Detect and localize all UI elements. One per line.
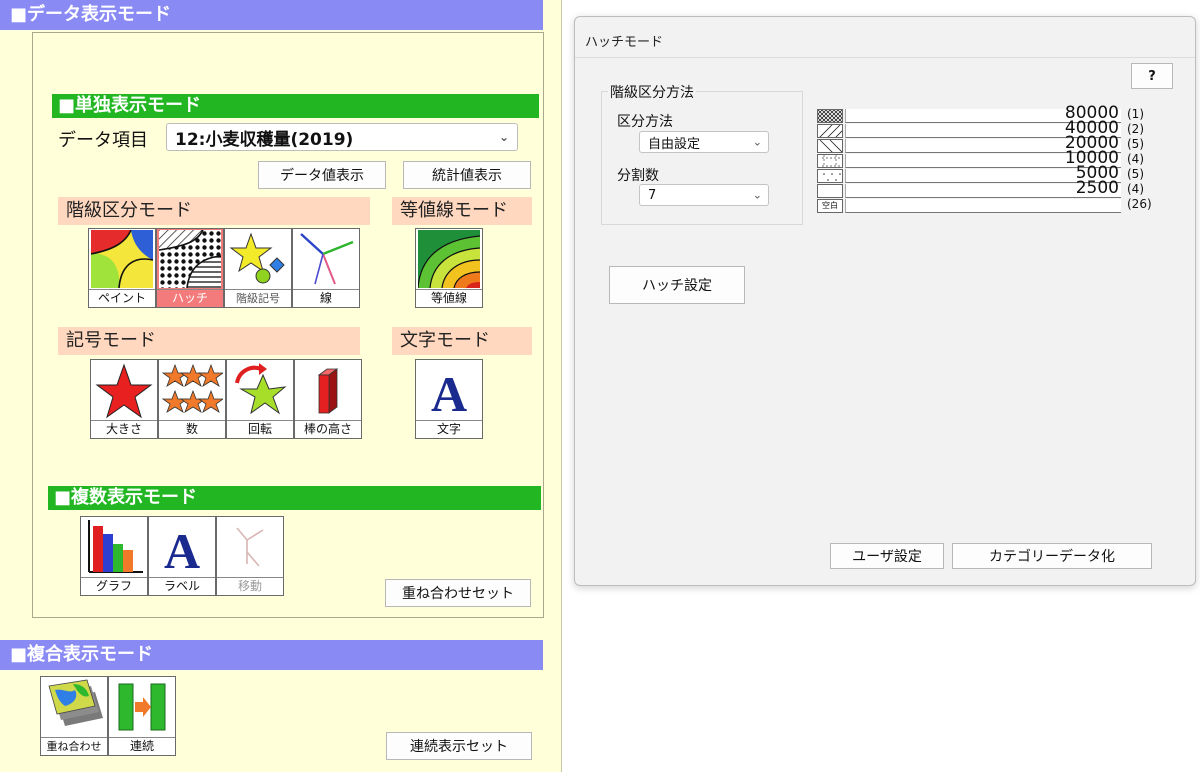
count-label: 数 — [159, 420, 225, 438]
contour-mode-header: 等値線モード — [392, 197, 532, 225]
legend-bar — [845, 199, 1121, 213]
size-tile[interactable]: 大きさ — [90, 359, 158, 439]
data-item-label: データ項目 — [58, 130, 148, 151]
class-symbol-label: 階級記号 — [225, 289, 291, 307]
data-display-panel: ■データ表示モード ■単独表示モード データ項目 12:小麦収穫量(2019) … — [0, 0, 562, 772]
help-button[interactable]: ? — [1131, 63, 1173, 89]
continuous-set-button[interactable]: 連続表示セット — [386, 732, 532, 760]
line-label: 線 — [293, 289, 359, 307]
legend-count: (4) — [1127, 182, 1144, 196]
line-tile[interactable]: 線 — [292, 228, 360, 308]
dot-pattern-swatch — [817, 169, 843, 183]
continuous-tile[interactable]: 連続 — [108, 676, 176, 756]
class-mode-header: 階級区分モード — [58, 197, 370, 225]
method-label: 区分方法 — [617, 114, 673, 130]
rotation-label: 回転 — [227, 420, 293, 438]
divisions-value: 7 — [648, 187, 657, 203]
blank-swatch — [817, 184, 843, 198]
chevron-down-icon: ⌄ — [498, 130, 509, 144]
method-value: 自由設定 — [648, 136, 701, 152]
legend-count: (5) — [1127, 167, 1144, 181]
multi-display-mode-header: ■複数表示モード — [48, 486, 541, 510]
contour-icon — [416, 229, 482, 289]
move-tile[interactable]: 移動 — [216, 516, 284, 596]
line-icon — [293, 229, 359, 289]
contour-label: 等値線 — [416, 289, 482, 307]
hatch-mode-dialog: ハッチモード ? 階級区分方法 区分方法 自由設定 ⌄ 分割数 7 ⌄ 8000… — [574, 16, 1196, 586]
stats-display-button[interactable]: 統計値表示 — [403, 161, 531, 189]
text-tile[interactable]: A 文字 — [415, 359, 483, 439]
letter-a-icon: A — [416, 360, 482, 420]
composite-display-mode-header: ■複合表示モード — [0, 640, 543, 670]
star-size-icon — [91, 360, 157, 420]
legend-bar: 2500 — [845, 179, 1121, 198]
class-method-group-title: 階級区分方法 — [608, 82, 696, 102]
class-symbol-icon — [225, 229, 291, 289]
svg-text:A: A — [431, 366, 467, 419]
legend-count: (5) — [1127, 137, 1144, 151]
hatch-tile[interactable]: ハッチ — [156, 228, 224, 308]
legend-value: 2500 — [1075, 178, 1119, 198]
class-symbol-tile[interactable]: 階級記号 — [224, 228, 292, 308]
data-display-mode-header: ■データ表示モード — [0, 0, 543, 30]
paint-label: ペイント — [89, 289, 155, 307]
overlay-tile[interactable]: 重ね合わせ — [40, 676, 108, 756]
paint-tile[interactable]: ペイント — [88, 228, 156, 308]
hatch-settings-button[interactable]: ハッチ設定 — [609, 266, 745, 304]
text-mode-header: 文字モード — [392, 327, 532, 355]
hatch-icon — [157, 229, 223, 289]
bar-chart-icon — [81, 517, 147, 577]
data-value-display-button[interactable]: データ値表示 — [258, 161, 386, 189]
title-separator — [575, 57, 1195, 58]
paint-icon — [89, 229, 155, 289]
size-label: 大きさ — [91, 420, 157, 438]
count-tile[interactable]: 数 — [158, 359, 226, 439]
text-label: 文字 — [416, 420, 482, 438]
overlay-maps-icon — [41, 677, 107, 737]
move-label: 移動 — [217, 577, 283, 595]
divisions-label: 分割数 — [617, 168, 659, 184]
continuous-arrow-icon — [109, 677, 175, 737]
legend-count: (2) — [1127, 122, 1144, 136]
rotation-tile[interactable]: 回転 — [226, 359, 294, 439]
label-tile[interactable]: A ラベル — [148, 516, 216, 596]
legend-count: (4) — [1127, 152, 1144, 166]
legend-count: (1) — [1127, 107, 1144, 121]
continuous-label: 連続 — [109, 737, 175, 755]
chevron-down-icon: ⌄ — [752, 188, 762, 202]
single-display-mode-header: ■単独表示モード — [52, 94, 539, 118]
move-icon — [217, 517, 283, 577]
svg-text:A: A — [164, 523, 200, 576]
divisions-select[interactable]: 7 ⌄ — [639, 184, 769, 206]
cross-hatch-swatch — [817, 109, 843, 123]
bar-height-tile[interactable]: 棒の高さ — [294, 359, 362, 439]
bar-3d-icon — [295, 360, 361, 420]
symbol-mode-header: 記号モード — [58, 327, 360, 355]
dashed-grid-swatch — [817, 154, 843, 168]
data-item-select[interactable]: 12:小麦収穫量(2019) ⌄ — [166, 123, 518, 151]
user-settings-button[interactable]: ユーザ設定 — [830, 543, 944, 569]
backslash-hatch-swatch — [817, 139, 843, 153]
diagonal-hatch-swatch — [817, 124, 843, 138]
stars-count-icon — [159, 360, 225, 420]
dialog-title: ハッチモード — [585, 35, 664, 50]
label-a-icon: A — [149, 517, 215, 577]
graph-tile[interactable]: グラフ — [80, 516, 148, 596]
legend-count: (26) — [1127, 197, 1152, 211]
hatch-label: ハッチ — [157, 289, 223, 307]
method-select[interactable]: 自由設定 ⌄ — [639, 131, 769, 153]
bar-height-label: 棒の高さ — [295, 420, 361, 438]
overlay-set-button[interactable]: 重ね合わせセット — [385, 579, 531, 607]
graph-label: グラフ — [81, 577, 147, 595]
categorize-data-button[interactable]: カテゴリーデータ化 — [952, 543, 1152, 569]
blank-label-swatch: 空白 — [817, 199, 843, 213]
overlay-label: 重ね合わせ — [41, 737, 107, 755]
label-label: ラベル — [149, 577, 215, 595]
rotate-star-icon — [227, 360, 293, 420]
data-item-value: 12:小麦収穫量(2019) — [175, 129, 354, 150]
chevron-down-icon: ⌄ — [752, 135, 762, 149]
contour-tile[interactable]: 等値線 — [415, 228, 483, 308]
